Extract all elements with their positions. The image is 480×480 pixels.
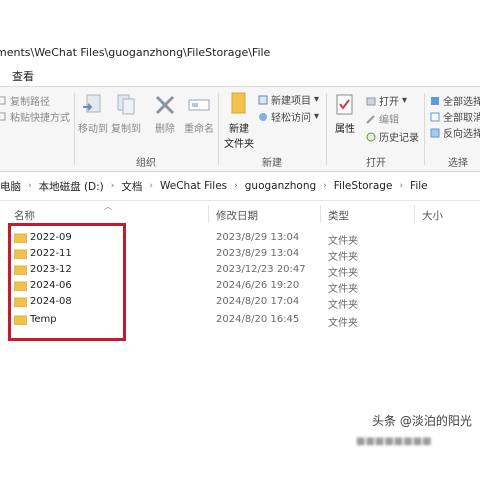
file-type: 文件夹 [328, 236, 358, 247]
new-item-button[interactable]: 新建项目 ▾ [258, 92, 319, 107]
title-bar: ments\WeChat Files\guoganzhong\FileStora… [0, 42, 480, 64]
file-explorer-window: ments\WeChat Files\guoganzhong\FileStora… [0, 0, 480, 480]
open-button[interactable]: 打开 ▾ [366, 93, 407, 108]
file-date: 2024/6/26 19:20 [216, 280, 300, 291]
file-type: 文件夹 [328, 252, 358, 263]
ribbon: 复制路径 粘贴快捷方式 移动到 复制到 删除 重命名 组织 新建 文件夹 新建项… [0, 86, 480, 172]
breadcrumb-filestorage[interactable]: FileStorage [334, 180, 393, 192]
file-date: 2023/8/29 13:04 [216, 232, 300, 243]
invert-selection-button[interactable]: 反向选择 [430, 125, 480, 140]
chevron-down-icon: ▾ [314, 94, 320, 105]
chevron-right-icon: › [28, 181, 32, 191]
chevron-down-icon: ▾ [402, 95, 408, 106]
watermark: 头条 @淡泊的阳光 [372, 414, 472, 428]
chevron-right-icon: › [399, 181, 404, 191]
move-to-icon [83, 94, 101, 113]
menu-bar: 查看 [0, 64, 480, 86]
breadcrumb-wechat-files[interactable]: WeChat Files [160, 180, 227, 192]
open-icon [366, 97, 376, 105]
breadcrumb-documents[interactable]: 文档 [121, 179, 142, 194]
paste-shortcut-icon [0, 112, 6, 121]
watermark-blurred: ■■■■■■■■ [356, 436, 432, 447]
chevron-right-icon: › [234, 181, 238, 191]
new-folder-button[interactable]: 新建 文件夹 [222, 91, 256, 150]
copy-to-icon [117, 94, 135, 115]
menu-view[interactable]: 查看 [12, 68, 34, 84]
window-title: ments\WeChat Files\guoganzhong\FileStora… [0, 46, 271, 59]
file-date: 2023/12/23 20:47 [216, 264, 306, 275]
select-none-button[interactable]: 全部取消 [430, 109, 480, 124]
delete-x-icon [155, 95, 175, 115]
file-type: 文件夹 [328, 268, 358, 279]
file-type: 文件夹 [328, 300, 358, 311]
select-all-icon [431, 96, 439, 105]
move-to-button[interactable]: 移动到 [78, 93, 108, 135]
file-date: 2024/8/20 17:04 [216, 296, 300, 307]
column-type[interactable]: 类型 [328, 208, 349, 223]
properties-check-icon [336, 94, 353, 115]
select-all-button[interactable]: 全部选择 [430, 93, 480, 108]
new-group-label: 新建 [262, 158, 282, 169]
chevron-right-icon: › [149, 181, 153, 191]
breadcrumb-user[interactable]: guoganzhong [245, 180, 316, 192]
new-folder-icon [231, 92, 246, 114]
new-item-icon [258, 95, 268, 104]
rename-button[interactable]: 重命名 [182, 93, 216, 135]
chevron-right-icon: › [110, 181, 115, 191]
edit-icon [366, 114, 375, 124]
column-name[interactable]: 名称 [14, 208, 35, 223]
breadcrumb-file[interactable]: File [410, 180, 428, 192]
history-icon [366, 132, 376, 141]
open-group-label: 打开 [366, 158, 386, 169]
address-bar[interactable]: 电脑 › 本地磁盘 (D:) › 文档 › WeChat Files › guo… [0, 172, 480, 201]
easy-access-icon [259, 112, 267, 121]
chevron-down-icon: ▾ [314, 111, 320, 122]
chevron-right-icon: › [323, 181, 327, 191]
copy-path-icon [0, 96, 6, 105]
properties-button[interactable]: 属性 [330, 93, 360, 135]
red-highlight-box [8, 223, 126, 341]
select-group-label: 选择 [448, 158, 468, 169]
easy-access-button[interactable]: 轻松访问 ▾ [258, 109, 319, 124]
file-type: 文件夹 [328, 284, 358, 295]
copy-to-button[interactable]: 复制到 [110, 93, 142, 135]
breadcrumb-drive-d[interactable]: 本地磁盘 (D:) [39, 179, 104, 194]
column-date[interactable]: 修改日期 [216, 208, 258, 223]
select-none-icon [430, 112, 440, 121]
sort-up-icon: ︿ [104, 202, 112, 211]
file-type: 文件夹 [328, 318, 358, 329]
organize-group-label: 组织 [136, 158, 156, 169]
edit-button[interactable]: 编辑 [366, 111, 399, 126]
breadcrumb-pc[interactable]: 电脑 [0, 179, 21, 194]
file-date: 2023/8/29 13:04 [216, 248, 300, 259]
copy-path-button[interactable]: 复制路径 [0, 93, 50, 108]
file-date: 2024/8/20 16:45 [216, 314, 300, 325]
column-size[interactable]: 大小 [422, 208, 443, 223]
delete-button[interactable]: 删除 [150, 93, 180, 135]
paste-shortcut-button[interactable]: 粘贴快捷方式 [0, 109, 70, 124]
invert-selection-icon [430, 128, 440, 137]
history-button[interactable]: 历史记录 [366, 129, 419, 144]
rename-icon [188, 99, 210, 111]
